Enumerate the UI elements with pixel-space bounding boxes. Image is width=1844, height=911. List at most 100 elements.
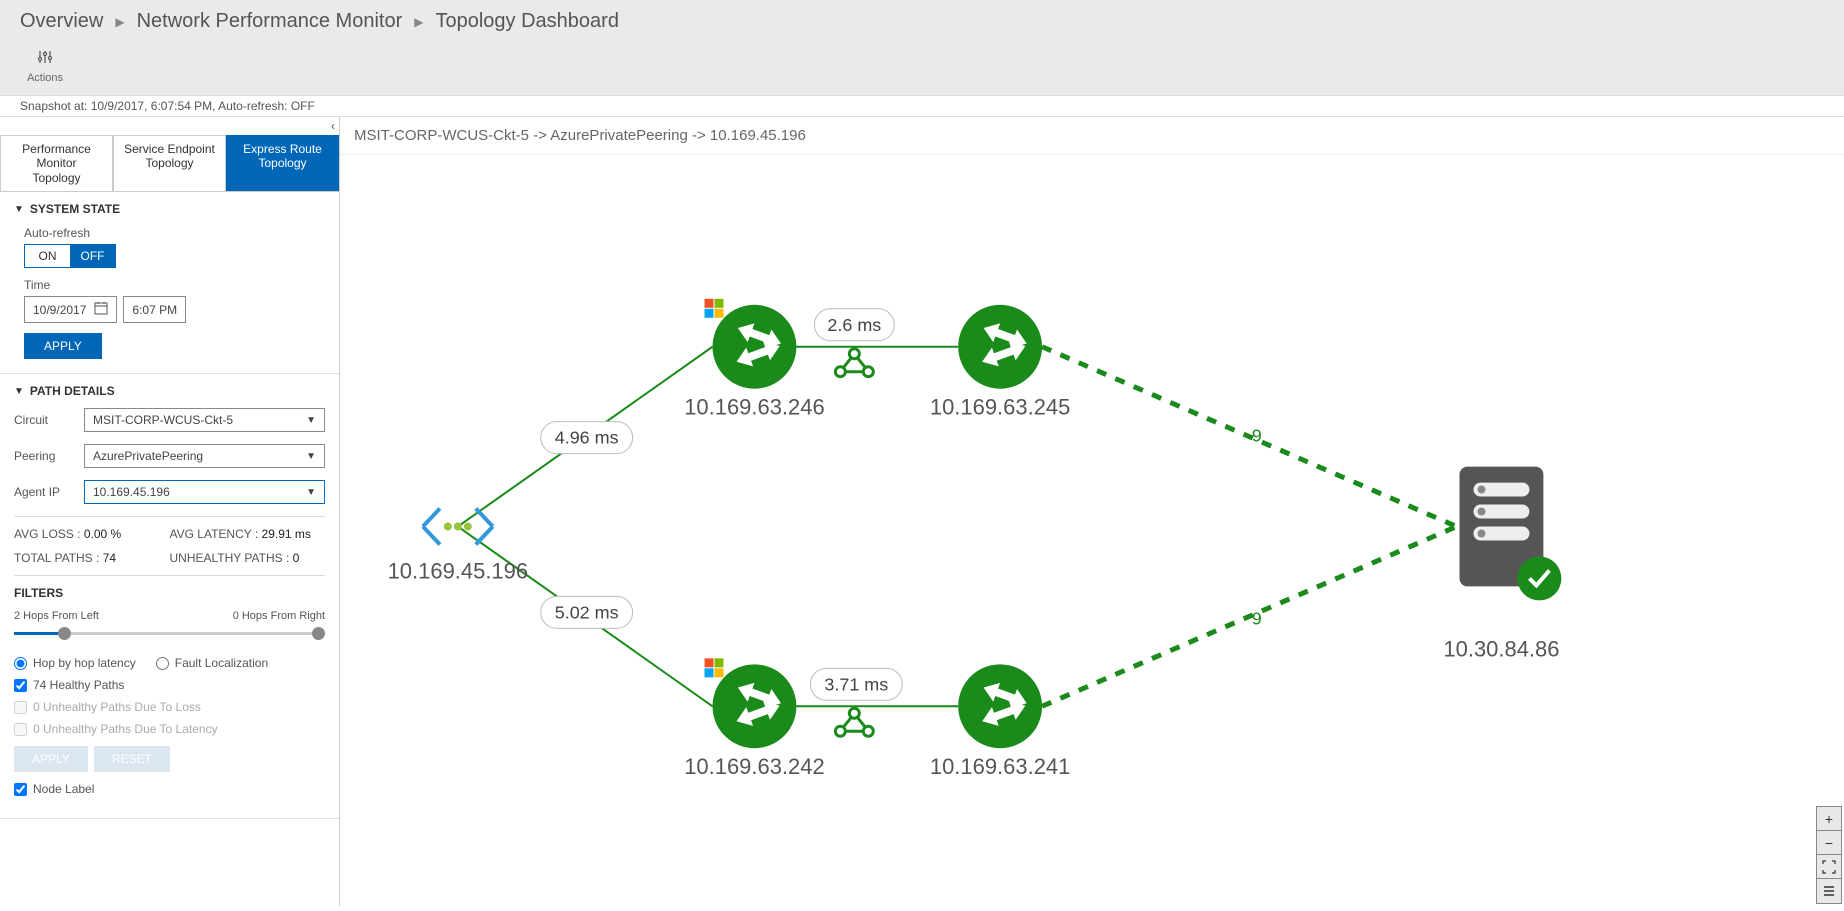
circuit-dropdown[interactable]: MSIT-CORP-WCUS-Ckt-5▼ xyxy=(84,408,325,432)
apply-time-button[interactable]: APPLY xyxy=(24,333,102,359)
caret-down-icon: ▼ xyxy=(14,386,24,397)
check-unhealthy-loss xyxy=(14,701,27,714)
router-node[interactable] xyxy=(958,664,1042,748)
node-label: 10.169.63.245 xyxy=(930,395,1071,420)
router-node[interactable] xyxy=(713,664,797,748)
hops-right-label: 0 Hops From Right xyxy=(233,610,325,622)
radio-hop-latency[interactable] xyxy=(14,657,27,670)
hops-left-label: 2 Hops From Left xyxy=(14,610,99,622)
path-details-header[interactable]: ▼ PATH DETAILS xyxy=(14,384,325,398)
network-icon xyxy=(835,349,873,377)
chevron-right-icon: ▶ xyxy=(115,15,124,29)
auto-refresh-label: Auto-refresh xyxy=(24,226,325,240)
latency-pill: 2.6 ms xyxy=(814,309,894,341)
calendar-icon xyxy=(94,301,108,318)
unhealthy-paths-value: 0 xyxy=(293,551,300,565)
sliders-icon xyxy=(37,49,53,70)
node-label: 10.169.63.241 xyxy=(930,754,1071,779)
hops-slider[interactable] xyxy=(14,626,325,642)
collapse-sidebar-icon[interactable]: ‹ xyxy=(331,119,335,133)
check-unhealthy-latency-label: 0 Unhealthy Paths Due To Latency xyxy=(33,722,218,736)
source-node[interactable] xyxy=(423,509,493,545)
radio-fault-localization-label: Fault Localization xyxy=(175,656,268,670)
zoom-out-button[interactable]: − xyxy=(1817,831,1841,855)
system-state-section: ▼ SYSTEM STATE Auto-refresh ON OFF Time … xyxy=(0,192,339,374)
svg-text:2.6 ms: 2.6 ms xyxy=(827,315,881,335)
svg-text:4.96 ms: 4.96 ms xyxy=(555,428,619,448)
topology-canvas[interactable]: MSIT-CORP-WCUS-Ckt-5 -> AzurePrivatePeer… xyxy=(340,117,1844,906)
avg-loss-label: AVG LOSS : xyxy=(14,527,80,541)
tab-performance-monitor[interactable]: Performance MonitorTopology xyxy=(0,135,113,191)
total-paths-value: 74 xyxy=(103,551,116,565)
date-picker[interactable]: 10/9/2017 xyxy=(24,296,117,323)
node-label: 10.169.63.242 xyxy=(684,754,825,779)
list-view-button[interactable] xyxy=(1817,879,1841,903)
time-picker[interactable]: 6:07 PM xyxy=(123,296,186,323)
check-unhealthy-latency xyxy=(14,723,27,736)
zoom-controls: + − xyxy=(1816,806,1842,904)
svg-text:5.02 ms: 5.02 ms xyxy=(555,602,619,622)
latency-pill: 3.71 ms xyxy=(810,668,902,700)
zoom-in-button[interactable]: + xyxy=(1817,807,1841,831)
path-details-section: ▼ PATH DETAILS Circuit MSIT-CORP-WCUS-Ck… xyxy=(0,374,339,819)
breadcrumb-item[interactable]: Network Performance Monitor xyxy=(137,10,403,33)
actions-button[interactable]: Actions xyxy=(20,49,70,84)
agent-ip-dropdown[interactable]: 10.169.45.196▼ xyxy=(84,480,325,504)
svg-text:3.71 ms: 3.71 ms xyxy=(824,674,888,694)
top-header: Overview ▶ Network Performance Monitor ▶… xyxy=(0,0,1844,95)
filters-title: FILTERS xyxy=(14,586,325,600)
slider-handle-left[interactable] xyxy=(58,627,71,640)
radio-hop-latency-label: Hop by hop latency xyxy=(33,656,136,670)
microsoft-badge-icon xyxy=(705,658,724,677)
check-node-label-text: Node Label xyxy=(33,782,94,796)
avg-latency-label: AVG LATENCY : xyxy=(170,527,259,541)
canvas-title: MSIT-CORP-WCUS-Ckt-5 -> AzurePrivatePeer… xyxy=(340,117,1844,155)
breadcrumb: Overview ▶ Network Performance Monitor ▶… xyxy=(20,10,1824,33)
tab-express-route[interactable]: Express RouteTopology xyxy=(226,135,339,191)
caret-down-icon: ▼ xyxy=(14,204,24,215)
latency-pill: 5.02 ms xyxy=(541,596,633,628)
avg-latency-value: 29.91 ms xyxy=(262,527,311,541)
auto-refresh-toggle[interactable]: ON OFF xyxy=(24,244,116,268)
breadcrumb-item[interactable]: Overview xyxy=(20,10,103,33)
sidebar: ‹ Performance MonitorTopology Service En… xyxy=(0,117,340,906)
toggle-on[interactable]: ON xyxy=(25,245,70,267)
actions-label: Actions xyxy=(27,72,63,84)
peering-label: Peering xyxy=(14,449,84,463)
zoom-fit-button[interactable] xyxy=(1817,855,1841,879)
breadcrumb-item[interactable]: Topology Dashboard xyxy=(435,10,618,33)
check-unhealthy-loss-label: 0 Unhealthy Paths Due To Loss xyxy=(33,700,201,714)
radio-fault-localization[interactable] xyxy=(156,657,169,670)
total-paths-label: TOTAL PATHS : xyxy=(14,551,99,565)
latency-pill: 4.96 ms xyxy=(541,422,633,454)
topology-tabs: Performance MonitorTopology Service Endp… xyxy=(0,135,339,192)
source-node-label: 10.169.45.196 xyxy=(388,558,529,583)
check-healthy-paths-label: 74 Healthy Paths xyxy=(33,678,124,692)
router-node[interactable] xyxy=(713,305,797,389)
check-node-label[interactable] xyxy=(14,783,27,796)
destination-node[interactable] xyxy=(1460,467,1562,601)
peering-dropdown[interactable]: AzurePrivatePeering▼ xyxy=(84,444,325,468)
destination-node-label: 10.30.84.86 xyxy=(1443,636,1559,661)
reset-filters-button[interactable]: RESET xyxy=(94,746,170,772)
circuit-label: Circuit xyxy=(14,413,84,427)
chevron-down-icon: ▼ xyxy=(306,451,316,462)
hop-count: 9 xyxy=(1252,426,1262,446)
hop-count: 9 xyxy=(1252,608,1262,628)
router-node[interactable] xyxy=(958,305,1042,389)
toggle-off[interactable]: OFF xyxy=(70,245,115,267)
chevron-down-icon: ▼ xyxy=(306,487,316,498)
microsoft-badge-icon xyxy=(705,299,724,318)
agent-ip-label: Agent IP xyxy=(14,485,84,499)
apply-filters-button[interactable]: APPLY xyxy=(14,746,88,772)
unhealthy-paths-label: UNHEALTHY PATHS : xyxy=(170,551,290,565)
snapshot-bar: Snapshot at: 10/9/2017, 6:07:54 PM, Auto… xyxy=(0,95,1844,117)
slider-handle-right[interactable] xyxy=(312,627,325,640)
node-label: 10.169.63.246 xyxy=(684,395,825,420)
chevron-right-icon: ▶ xyxy=(414,15,423,29)
system-state-header[interactable]: ▼ SYSTEM STATE xyxy=(14,202,325,216)
chevron-down-icon: ▼ xyxy=(306,415,316,426)
tab-service-endpoint[interactable]: Service EndpointTopology xyxy=(113,135,226,191)
time-label: Time xyxy=(24,278,325,292)
check-healthy-paths[interactable] xyxy=(14,679,27,692)
